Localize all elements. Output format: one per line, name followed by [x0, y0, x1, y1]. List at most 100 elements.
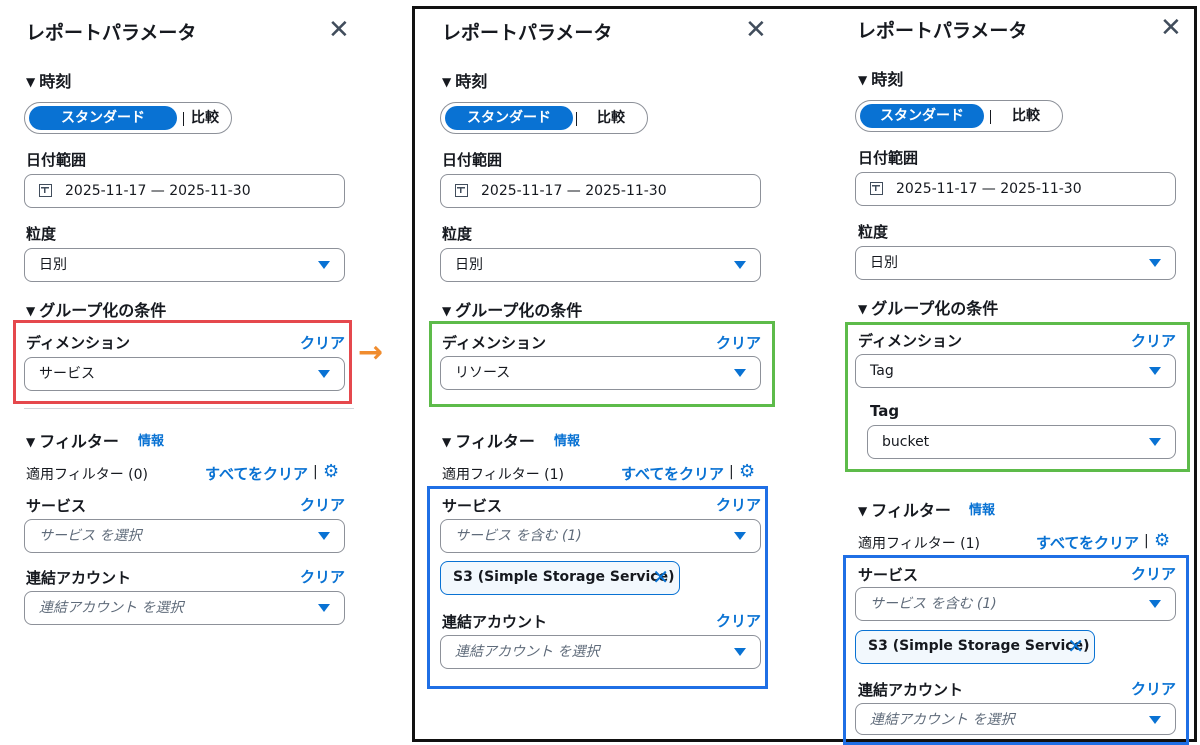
segment-standard[interactable]: スタンダード [445, 106, 573, 130]
service-clear-link[interactable]: クリア [1131, 563, 1176, 584]
segment-standard[interactable]: スタンダード [860, 104, 984, 128]
dimension-select[interactable]: サービス [24, 357, 345, 391]
linked-account-clear-link[interactable]: クリア [1131, 678, 1176, 699]
section-time[interactable]: ▼ 時刻 [26, 68, 71, 92]
service-select[interactable]: サービス を含む (1) [440, 519, 761, 553]
section-group-by[interactable]: ▼ グループ化の条件 [442, 297, 582, 321]
section-filter[interactable]: ▼ フィルター [442, 428, 535, 452]
linked-account-placeholder: 連結アカウント を選択 [455, 644, 600, 660]
applied-filters-count: 適用フィルター (1) [858, 536, 981, 552]
caret-down-icon: ▼ [858, 302, 868, 316]
date-range-label: 日付範囲 [858, 149, 919, 167]
dropdown-caret-icon [734, 648, 746, 656]
linked-account-select[interactable]: 連結アカウント を選択 [24, 591, 345, 625]
gear-icon[interactable]: ⚙ [323, 463, 339, 481]
transition-arrow-icon: → [358, 335, 384, 370]
service-placeholder: サービス を選択 [39, 528, 142, 544]
dimension-select[interactable]: Tag [855, 354, 1176, 388]
segment-compare[interactable]: 比較 [1012, 100, 1040, 132]
tag-select[interactable]: bucket [867, 425, 1176, 459]
dropdown-caret-icon [318, 604, 330, 612]
close-icon[interactable]: ✕ [328, 17, 350, 43]
granularity-label: 粒度 [442, 225, 473, 243]
dimension-clear-link[interactable]: クリア [1131, 330, 1176, 351]
section-filter[interactable]: ▼ フィルター [858, 497, 951, 521]
dropdown-caret-icon [318, 261, 330, 269]
dropdown-caret-icon [1149, 367, 1161, 375]
section-time[interactable]: ▼ 時刻 [442, 68, 487, 92]
clear-all-link[interactable]: すべてをクリア [621, 463, 724, 484]
date-range-value: 2025-11-17 — 2025-11-30 [481, 183, 667, 199]
gear-icon[interactable]: ⚙ [739, 463, 755, 481]
service-clear-link[interactable]: クリア [716, 494, 761, 515]
service-label: サービス [442, 497, 503, 515]
service-label: サービス [26, 497, 87, 515]
dropdown-caret-icon [1149, 716, 1161, 724]
linked-account-label: 連結アカウント [442, 613, 548, 631]
dropdown-caret-icon [734, 369, 746, 377]
dropdown-caret-icon [1149, 600, 1161, 608]
dropdown-caret-icon [1149, 259, 1161, 267]
dimension-clear-link[interactable]: クリア [716, 332, 761, 353]
divider [183, 112, 184, 126]
clear-all-link[interactable]: すべてをクリア [205, 463, 308, 484]
linked-account-label: 連結アカウント [26, 569, 132, 587]
date-range-field[interactable]: 2025-11-17 — 2025-11-30 [855, 172, 1176, 206]
dimension-select[interactable]: リソース [440, 356, 761, 390]
linked-account-clear-link[interactable]: クリア [716, 610, 761, 631]
remove-token-icon[interactable]: ✕ [652, 562, 669, 593]
caret-down-icon: ▼ [26, 435, 36, 449]
clear-all-link[interactable]: すべてをクリア [1036, 532, 1139, 553]
dropdown-caret-icon [1149, 438, 1161, 446]
service-clear-link[interactable]: クリア [300, 494, 345, 515]
info-link[interactable]: 情報 [969, 499, 995, 518]
gear-icon[interactable]: ⚙ [1154, 532, 1170, 550]
granularity-select[interactable]: 日別 [440, 248, 761, 282]
separator: | [1144, 533, 1149, 549]
caret-down-icon: ▼ [26, 304, 36, 318]
granularity-value: 日別 [455, 257, 483, 273]
segment-compare[interactable]: 比較 [597, 102, 625, 134]
service-filter-token: S3 (Simple Storage Service) ✕ [440, 561, 680, 595]
linked-account-select[interactable]: 連結アカウント を選択 [855, 703, 1176, 735]
info-link[interactable]: 情報 [554, 430, 580, 449]
granularity-select[interactable]: 日別 [24, 248, 345, 282]
dimension-label: ディメンション [858, 332, 962, 350]
caret-down-icon: ▼ [858, 504, 868, 518]
time-mode-toggle: スタンダード 比較 [855, 100, 1063, 132]
caret-down-icon: ▼ [442, 75, 452, 89]
dropdown-caret-icon [734, 261, 746, 269]
date-range-value: 2025-11-17 — 2025-11-30 [65, 183, 251, 199]
dimension-clear-link[interactable]: クリア [300, 332, 345, 353]
date-range-field[interactable]: 2025-11-17 — 2025-11-30 [440, 174, 761, 208]
linked-account-clear-link[interactable]: クリア [300, 566, 345, 587]
section-group-by[interactable]: ▼ グループ化の条件 [26, 297, 166, 321]
segment-standard[interactable]: スタンダード [29, 106, 177, 130]
panel-title: レポートパラメータ [442, 22, 613, 44]
date-range-label: 日付範囲 [26, 151, 87, 169]
service-select[interactable]: サービス を含む (1) [855, 587, 1176, 621]
service-value: サービス を含む (1) [870, 596, 997, 612]
panel-title: レポートパラメータ [857, 20, 1028, 42]
section-time[interactable]: ▼ 時刻 [858, 66, 903, 90]
dimension-value: リソース [455, 365, 511, 381]
close-icon[interactable]: ✕ [1160, 15, 1182, 41]
remove-token-icon[interactable]: ✕ [1067, 631, 1084, 662]
linked-account-select[interactable]: 連結アカウント を選択 [440, 635, 761, 669]
section-filter[interactable]: ▼ フィルター [26, 428, 119, 452]
time-mode-toggle: スタンダード 比較 [440, 102, 648, 134]
linked-account-placeholder: 連結アカウント を選択 [39, 600, 184, 616]
section-group-by[interactable]: ▼ グループ化の条件 [858, 295, 998, 319]
date-range-field[interactable]: 2025-11-17 — 2025-11-30 [24, 174, 345, 208]
dimension-value: Tag [870, 363, 894, 379]
caret-down-icon: ▼ [442, 304, 452, 318]
close-icon[interactable]: ✕ [745, 17, 767, 43]
dimension-label: ディメンション [26, 334, 130, 352]
info-link[interactable]: 情報 [138, 430, 164, 449]
service-select[interactable]: サービス を選択 [24, 519, 345, 553]
segment-compare[interactable]: 比較 [191, 102, 219, 134]
dropdown-caret-icon [318, 532, 330, 540]
granularity-label: 粒度 [858, 223, 889, 241]
granularity-select[interactable]: 日別 [855, 246, 1176, 280]
time-mode-toggle: スタンダード 比較 [24, 102, 232, 134]
